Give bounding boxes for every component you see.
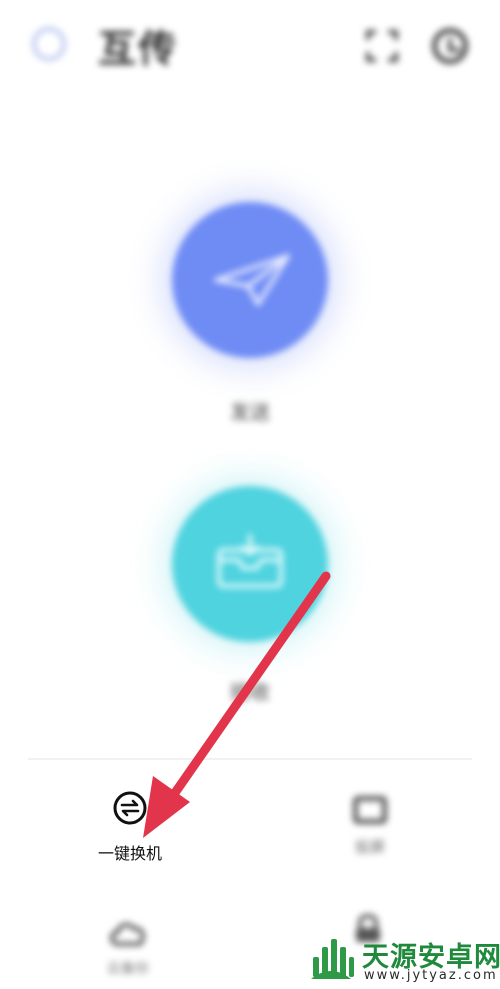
watermark-logo-icon bbox=[311, 939, 354, 979]
history-icon[interactable] bbox=[432, 28, 468, 64]
screen-cast-icon bbox=[353, 796, 387, 824]
watermark-url: www.jytyaz.com bbox=[364, 968, 498, 983]
screen-cast-button[interactable]: 投屏 bbox=[330, 796, 410, 857]
watermark: 天源安卓网 www.jytyaz.com bbox=[306, 933, 500, 985]
cloud-backup-label: 云备份 bbox=[107, 961, 149, 977]
cloud-backup-button[interactable]: 云备份 bbox=[88, 918, 168, 978]
scan-icon[interactable] bbox=[366, 30, 398, 62]
send-label: 发送 bbox=[230, 400, 270, 424]
paper-plane-icon bbox=[214, 254, 290, 306]
app-logo-icon bbox=[32, 27, 66, 61]
page-title: 互传 bbox=[98, 27, 179, 71]
one-key-switch-label: 一键换机 bbox=[97, 844, 162, 863]
receive-label: 接收 bbox=[230, 680, 270, 704]
cloud-backup-icon bbox=[110, 922, 145, 946]
swap-arrows-icon bbox=[113, 791, 147, 825]
screen-cast-label: 投屏 bbox=[354, 838, 385, 856]
section-divider bbox=[28, 758, 472, 760]
one-key-switch-button[interactable]: 一键换机 bbox=[84, 790, 176, 864]
inbox-icon bbox=[217, 534, 283, 588]
